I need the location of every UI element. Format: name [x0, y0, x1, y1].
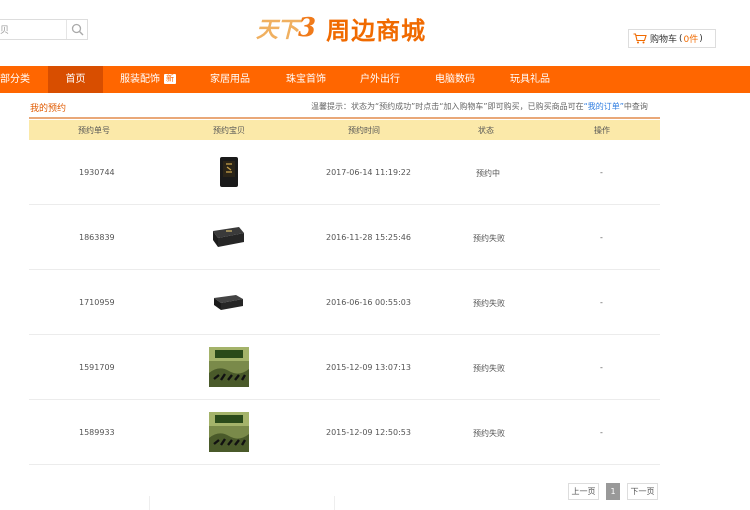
title-divider — [29, 117, 660, 119]
nav-label: 部分类 — [0, 74, 30, 85]
nav-label: 首页 — [65, 74, 86, 85]
status: 预约失败 — [473, 299, 505, 308]
product-thumbnail[interactable] — [209, 347, 249, 390]
reservation-time: 2015-12-09 12:50:53 — [326, 428, 411, 437]
reservation-id: 1930744 — [79, 168, 115, 177]
reservation-time: 2016-11-28 15:25:46 — [326, 233, 411, 242]
col-header-action: 操作 — [594, 126, 610, 135]
action: - — [600, 168, 603, 177]
nav-outdoor[interactable]: 户外出行 — [350, 66, 410, 93]
next-page-button[interactable]: 下一页 — [627, 483, 658, 500]
col-header-status: 状态 — [478, 126, 494, 135]
status: 预约失败 — [473, 234, 505, 243]
site-logo[interactable]: 天下 3 周边商城 — [256, 10, 438, 46]
product-thumbnail[interactable] — [211, 225, 245, 252]
tip-suffix: 中查询 — [623, 102, 648, 111]
table-row: 1591709 2015-12-09 13:07:13 预约失败 - — [29, 335, 660, 400]
search-icon — [71, 23, 83, 36]
game-poster-product-icon — [209, 347, 249, 387]
col-header-id: 预约单号 — [78, 126, 110, 135]
nav-home[interactable]: 首页 — [48, 66, 103, 93]
reservation-id: 1591709 — [79, 363, 115, 372]
nav-home-goods[interactable]: 家居用品 — [200, 66, 260, 93]
nav-label: 服装配饰 — [120, 74, 160, 85]
reservation-id: 1863839 — [79, 233, 115, 242]
table-header: 预约单号 预约宝贝 预约时间 状态 操作 — [29, 120, 660, 140]
logo-mall-text: 周边商城 — [326, 16, 427, 45]
reservation-id: 1710959 — [79, 298, 115, 307]
search-box[interactable]: 贝 — [0, 19, 88, 40]
tip-prefix: 温馨提示：状态为“预约成功”时点击“加入购物车”即可购买，已购买商品可在 — [311, 102, 584, 111]
nav-label: 家居用品 — [210, 74, 250, 85]
prev-page-button[interactable]: 上一页 — [568, 483, 599, 500]
black-box-product-icon — [213, 227, 244, 247]
nav-label: 珠宝首饰 — [286, 74, 326, 85]
new-badge: 新 — [164, 74, 176, 84]
product-thumbnail[interactable] — [212, 292, 244, 315]
search-button[interactable] — [66, 20, 87, 39]
cart-icon — [633, 33, 647, 44]
cart-button[interactable]: 购物车 ( 0件 ) — [628, 29, 716, 48]
status: 预约失败 — [473, 429, 505, 438]
footer-divider — [149, 496, 150, 510]
page-title: 我的预约 — [30, 104, 67, 114]
action: - — [600, 428, 603, 437]
table-row: 1863839 2016-11-28 15:25:46 预约失败 - — [29, 205, 660, 270]
nav-jewelry[interactable]: 珠宝首饰 — [276, 66, 336, 93]
nav-apparel[interactable]: 服装配饰新 — [113, 66, 183, 93]
my-orders-link[interactable]: “我的订单” — [584, 102, 624, 111]
logo-number: 3 — [298, 13, 317, 43]
cart-paren-open: ( — [679, 33, 683, 44]
search-input[interactable]: 贝 — [0, 23, 9, 36]
cart-paren-close: ) — [699, 33, 703, 44]
table-row: 1710959 2016-06-16 00:55:03 预约失败 - — [29, 270, 660, 335]
nav-label: 电脑数码 — [435, 74, 475, 85]
header: 贝 天下 3 周边商城 购物车 ( 0件 ) — [0, 0, 750, 66]
tip-text: 温馨提示：状态为“预约成功”时点击“加入购物车”即可购买，已购买商品可在“我的订… — [311, 101, 648, 112]
game-poster-product-icon — [209, 412, 249, 452]
nav-toys-gifts[interactable]: 玩具礼品 — [500, 66, 560, 93]
reservation-time: 2016-06-16 00:55:03 — [326, 298, 411, 307]
status: 预约中 — [476, 169, 500, 178]
action: - — [600, 233, 603, 242]
cart-label: 购物车 — [650, 35, 678, 45]
nav-electronics[interactable]: 电脑数码 — [425, 66, 485, 93]
page-number-current[interactable]: 1 — [606, 483, 620, 500]
action: - — [600, 363, 603, 372]
col-header-item: 预约宝贝 — [213, 126, 245, 135]
action: - — [600, 298, 603, 307]
table-row: 1589933 2015-12-09 12:50:53 预约失败 - — [29, 400, 660, 465]
product-thumbnail[interactable] — [209, 412, 249, 455]
nav-label: 玩具礼品 — [510, 74, 550, 85]
status: 预约失败 — [473, 364, 505, 373]
col-header-time: 预约时间 — [348, 126, 380, 135]
product-thumbnail[interactable] — [219, 156, 239, 191]
logo-brand: 天下 — [256, 17, 299, 43]
black-device-product-icon — [214, 295, 243, 310]
reservation-time: 2017-06-14 11:19:22 — [326, 168, 411, 177]
bottle-product-icon — [220, 157, 238, 187]
nav-label: 户外出行 — [360, 74, 400, 85]
footer-divider — [334, 496, 335, 510]
main-nav: 部分类 首页 服装配饰新 家居用品 珠宝首饰 户外出行 电脑数码 玩具礼品 — [0, 66, 750, 93]
table-row: 1930744 2017-06-14 11:19:22 预约中 - — [29, 140, 660, 205]
nav-all-categories[interactable]: 部分类 — [0, 66, 40, 93]
cart-count: 0件 — [683, 35, 699, 45]
reservation-id: 1589933 — [79, 428, 115, 437]
reservation-time: 2015-12-09 13:07:13 — [326, 363, 411, 372]
